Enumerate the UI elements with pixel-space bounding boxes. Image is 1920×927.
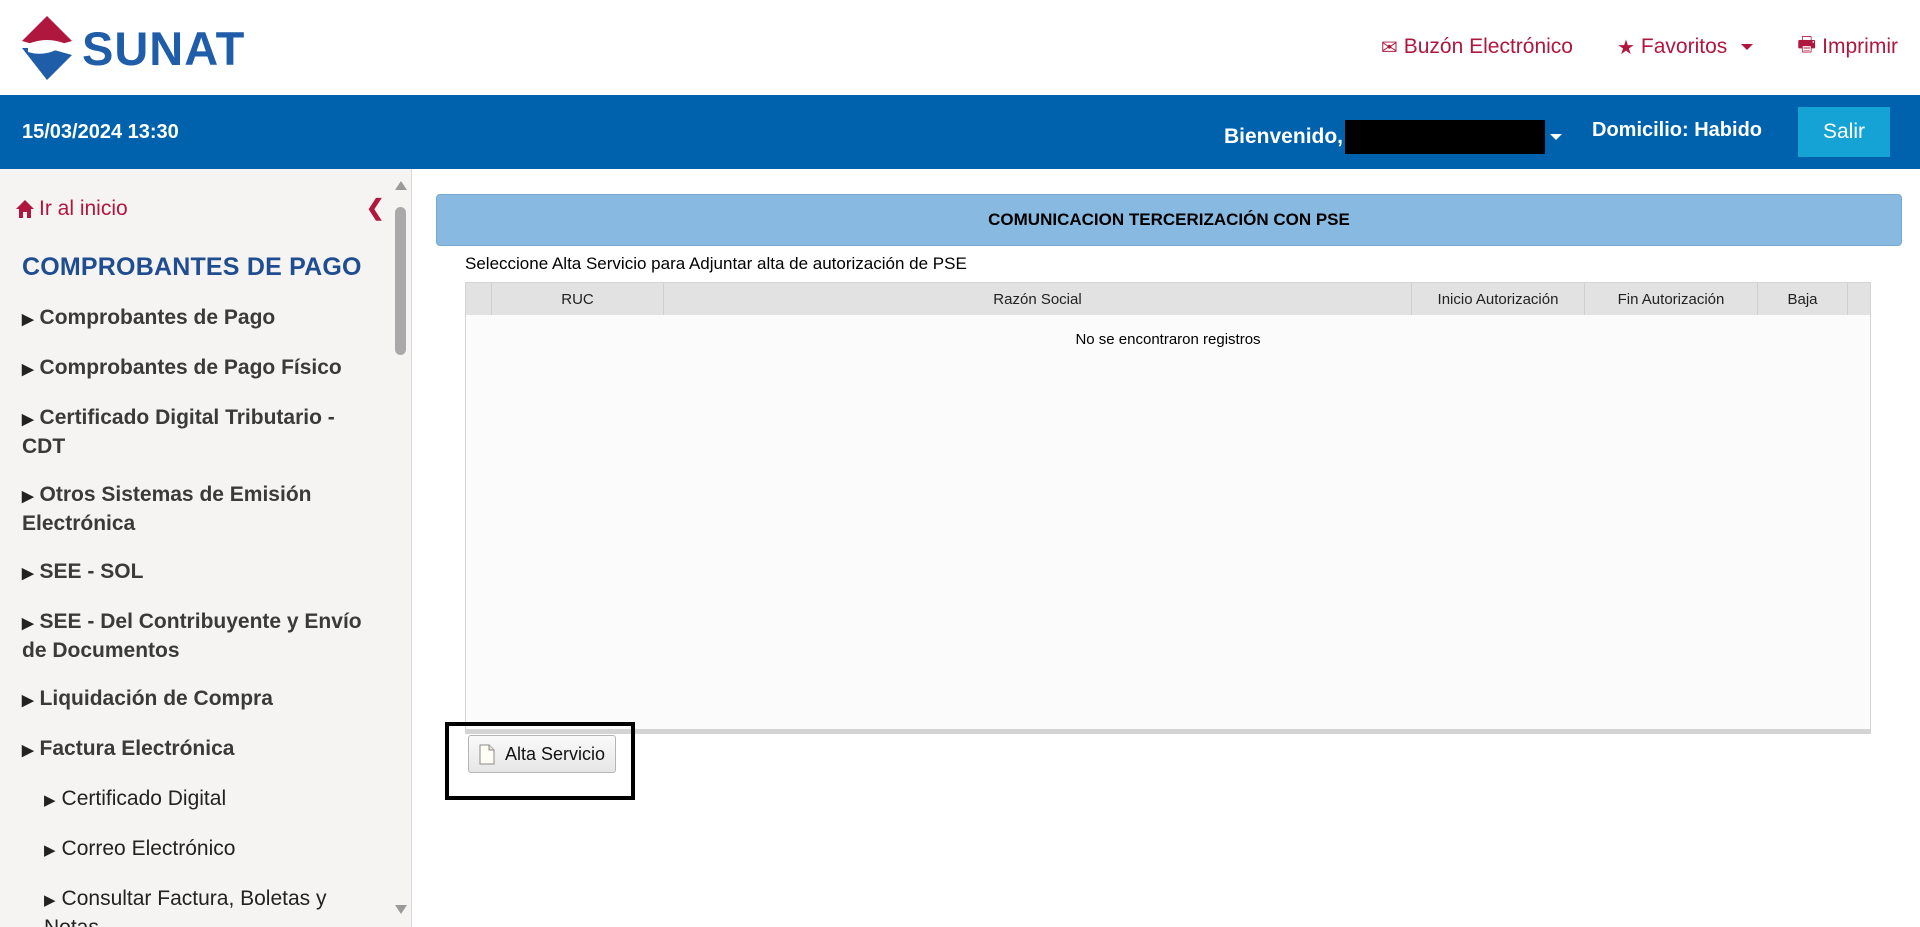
sidebar-menu: ▶ Comprobantes de Pago ▶ Comprobantes de P… <box>22 304 372 927</box>
scroll-gutter-header <box>1848 283 1870 315</box>
sidebar-subitem[interactable]: ▶ Certificado Digital <box>44 785 372 814</box>
table-header: RUC Razón Social Inicio Autorización Fin… <box>466 283 1870 315</box>
row-selector-header <box>466 283 492 315</box>
sidebar-item-label: Comprobantes de Pago Físico <box>39 356 342 379</box>
sidebar-item[interactable]: ▶ SEE - SOL <box>22 558 372 587</box>
sunat-logo[interactable]: SUNAT <box>14 14 245 82</box>
imprimir-link[interactable]: 🖶 Imprimir <box>1797 30 1898 64</box>
sidebar-item[interactable]: ▶ Certificado Digital Tributario - CDT <box>22 404 372 460</box>
chevron-down-icon <box>1550 134 1563 140</box>
expand-arrow-icon: ▶ <box>22 742 34 759</box>
sidebar-scrollbar[interactable] <box>390 169 412 927</box>
alta-servicio-button[interactable]: Alta Servicio <box>468 735 616 773</box>
sidebar-subitem-label: Consultar Factura, Boletas y Notas <box>44 887 327 927</box>
column-header-baja[interactable]: Baja <box>1758 283 1848 315</box>
expand-arrow-icon: ▶ <box>22 311 34 328</box>
instruction-text: Seleccione Alta Servicio para Adjuntar a… <box>465 254 967 273</box>
empty-table-message: No se encontraron registros <box>1075 331 1261 348</box>
sidebar-subitem-label: Certificado Digital <box>61 787 227 810</box>
sidebar-item[interactable]: ▶ Factura Electrónica <box>22 735 372 764</box>
session-bar: 15/03/2024 13:30 Bienvenido, Domicilio: … <box>0 95 1920 169</box>
column-header-inicio-autorizacion[interactable]: Inicio Autorización <box>1412 283 1585 315</box>
session-datetime: 15/03/2024 13:30 <box>22 121 179 143</box>
column-header-razon-social[interactable]: Razón Social <box>664 283 1412 315</box>
scroll-up-arrow-icon[interactable] <box>395 181 407 190</box>
table-footer-bar <box>466 729 1870 733</box>
home-icon <box>16 200 34 218</box>
top-header: SUNAT ✉ Buzón Electrónico ★ Favoritos 🖶 … <box>0 0 1920 95</box>
sidebar-item-label: Otros Sistemas de Emisión Electrónica <box>22 483 312 535</box>
expand-arrow-icon: ▶ <box>22 692 34 709</box>
sunat-logo-icon <box>22 16 72 80</box>
alta-servicio-label: Alta Servicio <box>504 743 606 764</box>
chevron-down-icon <box>1741 44 1754 50</box>
user-menu[interactable]: Bienvenido, <box>1224 120 1563 154</box>
sidebar-item-label: Factura Electrónica <box>39 737 235 760</box>
sidebar-item[interactable]: ▶ SEE - Del Contribuyente y Envío de Docu… <box>22 608 372 664</box>
sidebar-item[interactable]: ▶ Otros Sistemas de Emisión Electrónica <box>22 481 372 537</box>
printer-icon: 🖶 <box>1797 34 1817 56</box>
collapse-sidebar-icon[interactable]: ❮ <box>366 195 384 221</box>
welcome-text: Bienvenido, <box>1224 125 1344 148</box>
scroll-thumb[interactable] <box>395 207 406 355</box>
sidebar-subitem[interactable]: ▶Consultar Factura, Boletas y Notas <box>44 885 372 927</box>
expand-arrow-icon: ▶ <box>22 565 34 582</box>
authorizations-table: RUC Razón Social Inicio Autorización Fin… <box>465 282 1871 734</box>
sidebar-item-label: Liquidación de Compra <box>39 687 273 710</box>
sidebar-item-label: SEE - Del Contribuyente y Envío de Docum… <box>22 610 362 662</box>
sidebar-item[interactable]: ▶ Comprobantes de Pago Físico <box>22 354 372 383</box>
expand-arrow-icon: ▶ <box>22 488 34 505</box>
sidebar-item[interactable]: ▶ Liquidación de Compra <box>22 685 372 714</box>
sidebar-item-label: SEE - SOL <box>39 560 144 583</box>
expand-arrow-icon: ▶ <box>22 361 34 378</box>
expand-arrow-icon: ▶ <box>22 615 34 632</box>
sidebar-subitem-label: Correo Electrónico <box>61 837 236 860</box>
redacted-username <box>1345 120 1546 154</box>
buzon-electronico-link[interactable]: ✉ Buzón Electrónico <box>1381 30 1573 64</box>
panel-title: COMUNICACION TERCERIZACIÓN CON PSE <box>436 194 1902 246</box>
expand-arrow-icon: ▶ <box>44 792 56 809</box>
home-link[interactable]: Ir al inicio <box>15 197 128 221</box>
sidebar-item-label: Certificado Digital Tributario - CDT <box>22 406 335 458</box>
scroll-down-arrow-icon[interactable] <box>395 905 407 914</box>
home-label: Ir al inicio <box>39 197 128 220</box>
domicilio-status: Domicilio: Habido <box>1592 119 1762 141</box>
favoritos-dropdown[interactable]: ★ Favoritos <box>1616 30 1754 64</box>
star-icon: ★ <box>1616 36 1635 59</box>
buzon-label: Buzón Electrónico <box>1403 35 1573 58</box>
sidebar-item-label: Comprobantes de Pago <box>39 306 276 329</box>
header-links: ✉ Buzón Electrónico ★ Favoritos 🖶 Imprim… <box>1381 30 1898 64</box>
envelope-icon: ✉ <box>1380 36 1398 59</box>
imprimir-label: Imprimir <box>1822 35 1898 58</box>
sidebar-section-title: COMPROBANTES DE PAGO <box>22 253 362 281</box>
sidebar-subitem[interactable]: ▶ Correo Electrónico <box>44 835 372 864</box>
logout-button[interactable]: Salir <box>1798 107 1890 157</box>
expand-arrow-icon: ▶ <box>22 411 34 428</box>
document-icon <box>479 744 495 764</box>
column-header-fin-autorizacion[interactable]: Fin Autorización <box>1585 283 1758 315</box>
expand-arrow-icon: ▶ <box>44 892 56 909</box>
brand-name: SUNAT <box>82 21 246 75</box>
sidebar: Ir al inicio ❮ COMPROBANTES DE PAGO ▶ Com… <box>0 169 390 927</box>
sidebar-item[interactable]: ▶ Comprobantes de Pago <box>22 304 372 333</box>
favoritos-label: Favoritos <box>1640 35 1728 58</box>
column-header-ruc[interactable]: RUC <box>492 283 664 315</box>
expand-arrow-icon: ▶ <box>44 842 56 859</box>
